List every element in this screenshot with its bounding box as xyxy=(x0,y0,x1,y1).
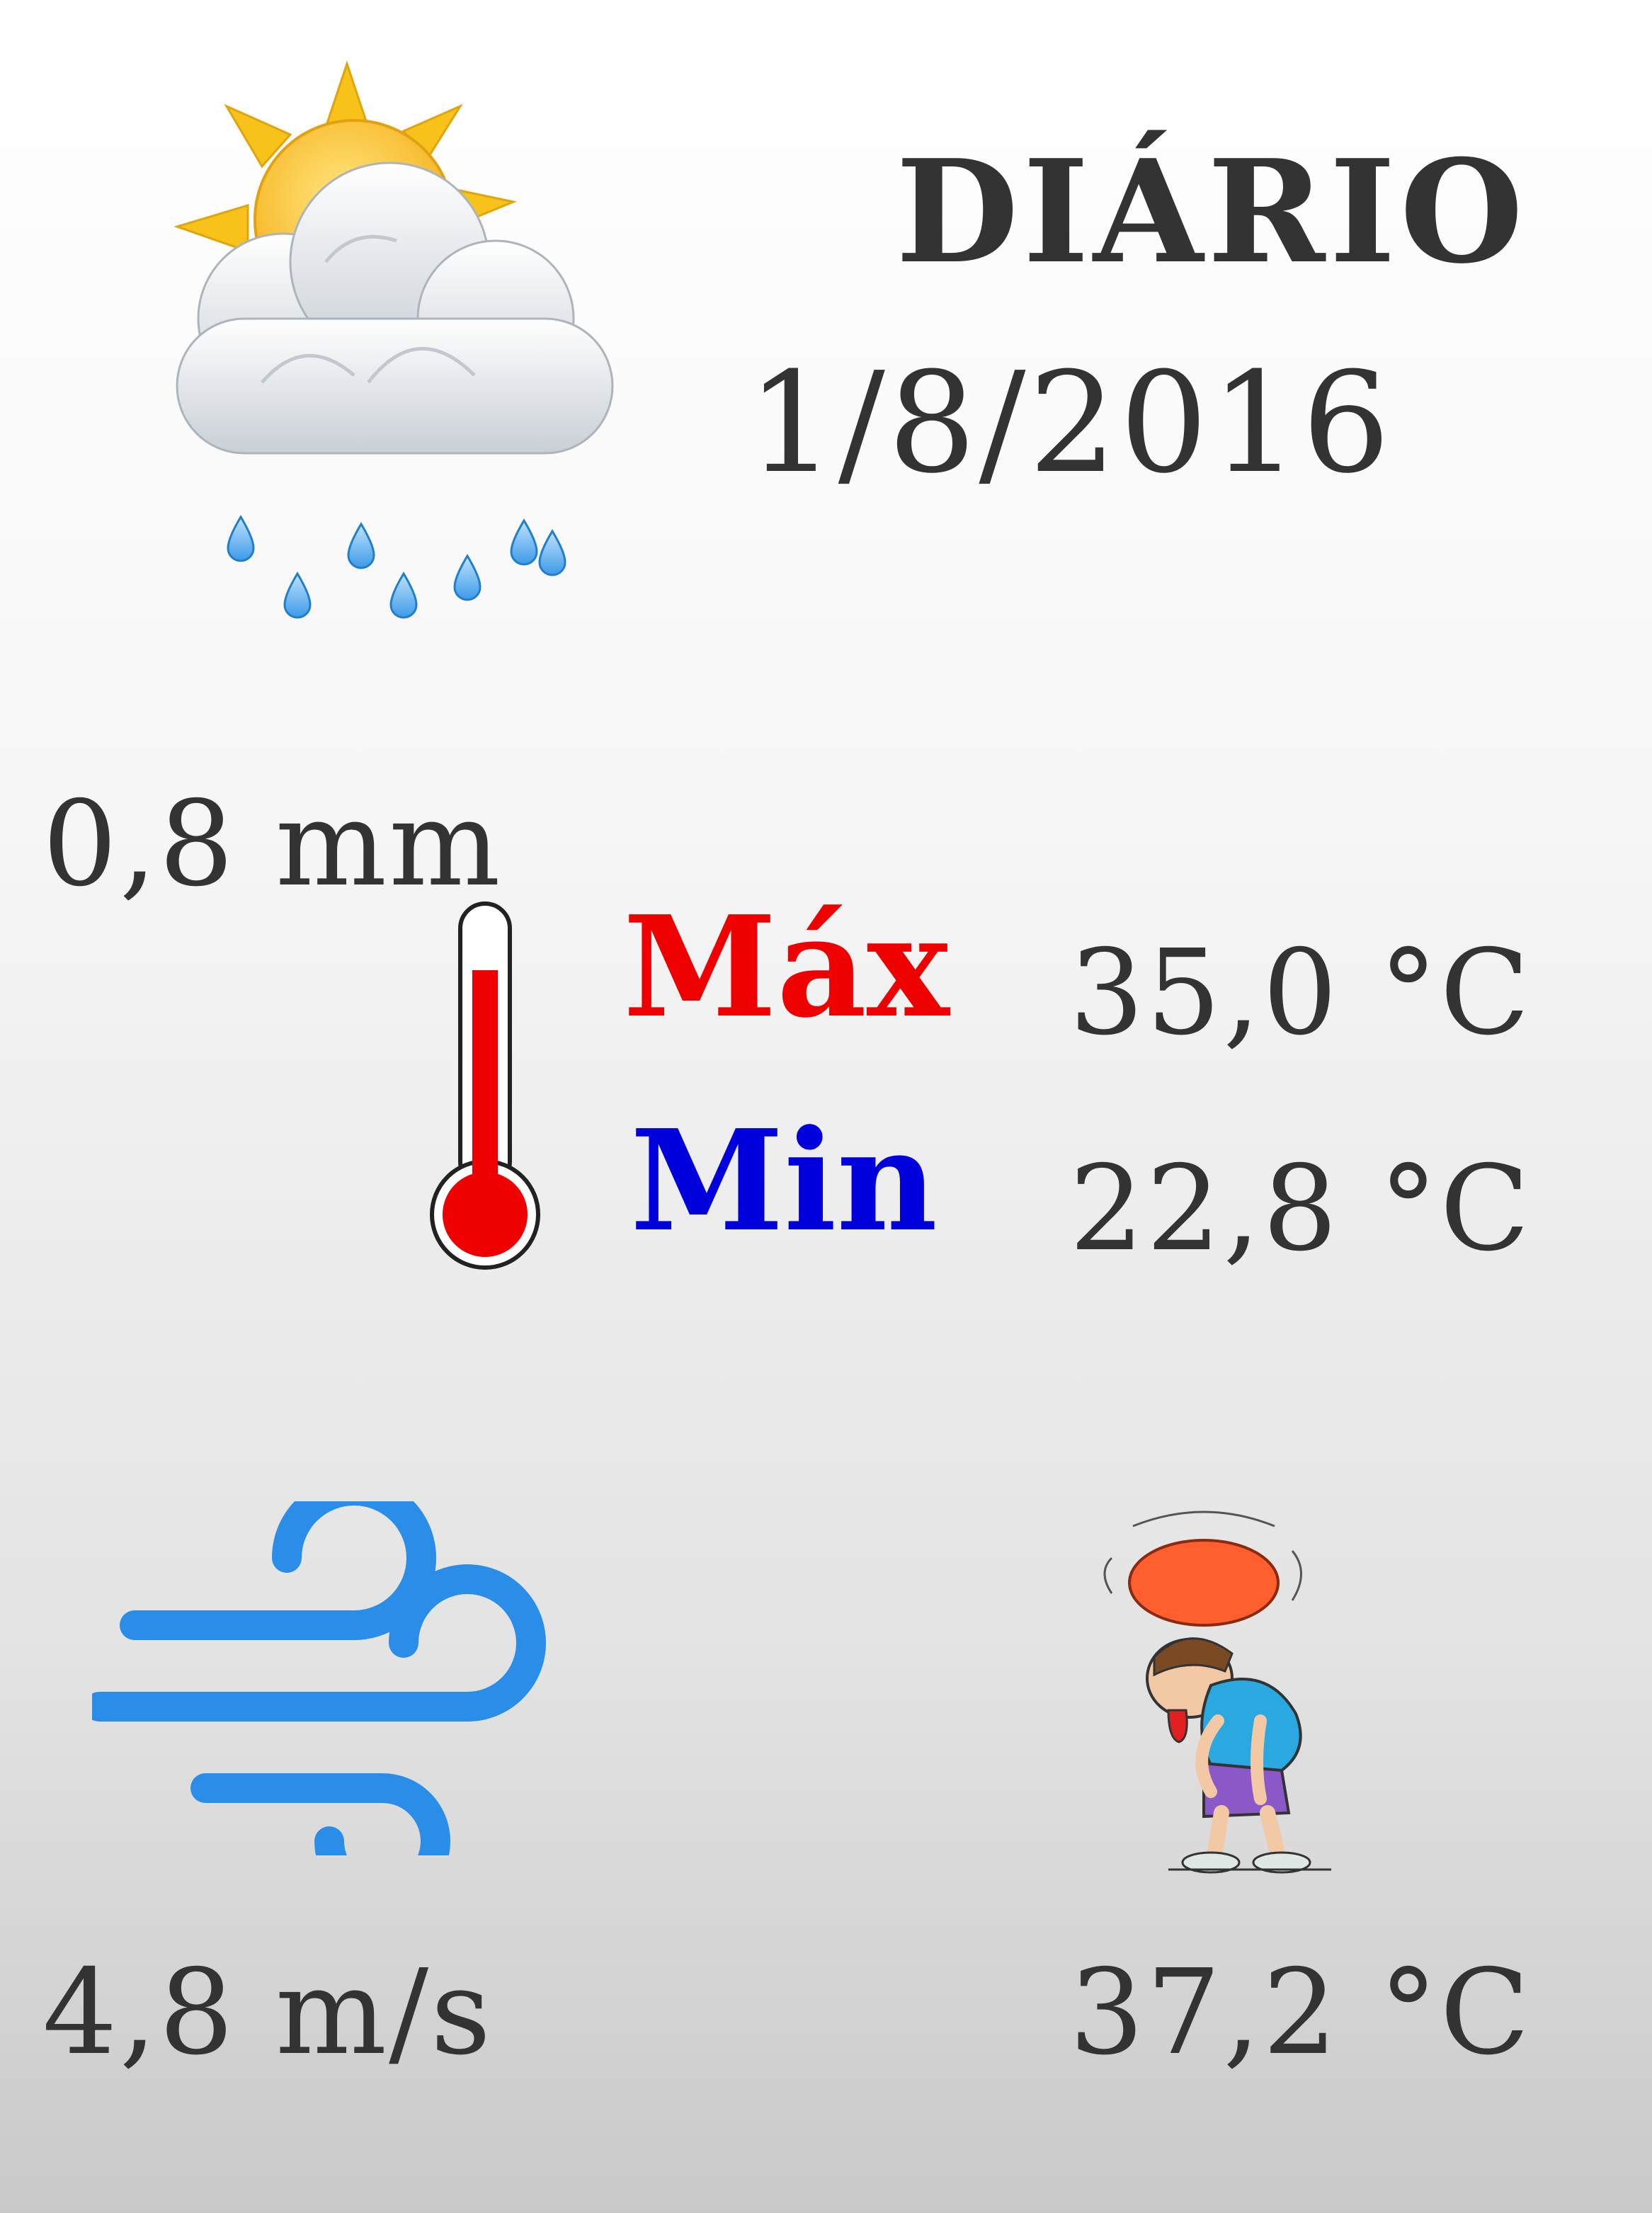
wind-speed-value: 4,8 m/s xyxy=(42,1945,494,2081)
sun-cloud-rain-icon xyxy=(173,60,614,619)
overheated-person-icon xyxy=(1103,1511,1331,1874)
thermometer-icon xyxy=(430,901,540,1270)
max-temperature-value: 35,0 °C xyxy=(1069,925,1532,1062)
page-title: DIÁRIO xyxy=(896,129,1528,295)
min-temperature-label: Min xyxy=(630,1100,938,1263)
heat-index-value: 37,2 °C xyxy=(1069,1945,1532,2081)
min-temperature-value: 22,8 °C xyxy=(1069,1141,1532,1278)
date-label: 1/8/2016 xyxy=(747,343,1394,504)
max-temperature-label: Máx xyxy=(623,886,950,1049)
precipitation-value: 0,8 mm xyxy=(42,776,503,913)
wind-icon xyxy=(92,1501,546,1855)
